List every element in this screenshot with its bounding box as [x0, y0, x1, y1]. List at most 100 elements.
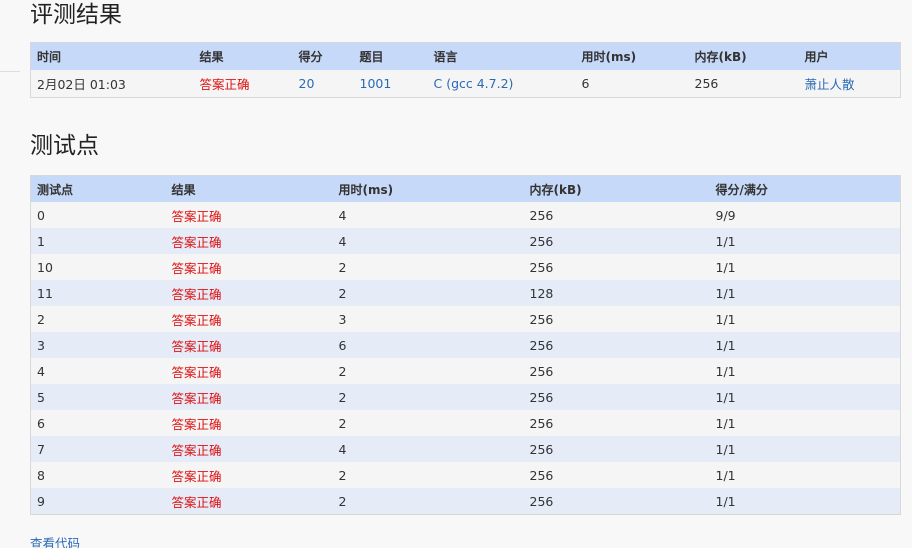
- header-case-id: 测试点: [30, 175, 166, 202]
- header-case-memory: 内存(kB): [523, 175, 710, 202]
- case-time: 4: [332, 436, 524, 462]
- submission-result-page: 评测结果 时间 结果 得分 题目 语言 用时(ms) 内存(kB) 用户 2月0…: [0, 0, 912, 548]
- case-result: 答案正确: [165, 332, 333, 358]
- case-time: 2: [332, 280, 524, 306]
- header-score: 得分: [292, 42, 354, 70]
- header-case-score: 得分/满分: [709, 175, 901, 202]
- submit-time: 2月02日 01:03: [30, 70, 194, 98]
- case-id: 7: [30, 436, 166, 462]
- case-memory: 256: [523, 306, 710, 332]
- header-language: 语言: [427, 42, 576, 70]
- table-row: 5 答案正确 2 256 1/1: [30, 384, 901, 410]
- header-time-ms: 用时(ms): [575, 42, 689, 70]
- case-memory: 256: [523, 462, 710, 488]
- view-code-link[interactable]: 查看代码: [30, 533, 80, 548]
- case-result: 答案正确: [165, 254, 333, 280]
- case-time: 6: [332, 332, 524, 358]
- result-status: 答案正确: [193, 70, 293, 98]
- problem-link[interactable]: 1001: [353, 70, 428, 98]
- header-result: 结果: [193, 42, 293, 70]
- case-memory: 256: [523, 254, 710, 280]
- case-memory: 256: [523, 410, 710, 436]
- case-id: 0: [30, 202, 166, 228]
- case-time: 2: [332, 358, 524, 384]
- case-score: 1/1: [709, 228, 901, 254]
- score-link[interactable]: 20: [292, 70, 354, 98]
- case-memory: 256: [523, 202, 710, 228]
- summary-header-row: 时间 结果 得分 题目 语言 用时(ms) 内存(kB) 用户: [30, 42, 901, 70]
- language-link[interactable]: C (gcc 4.7.2): [427, 70, 576, 98]
- case-result: 答案正确: [165, 462, 333, 488]
- case-time: 4: [332, 202, 524, 228]
- case-score: 1/1: [709, 410, 901, 436]
- table-row: 7 答案正确 4 256 1/1: [30, 436, 901, 462]
- case-id: 3: [30, 332, 166, 358]
- case-result: 答案正确: [165, 358, 333, 384]
- cases-heading: 测试点: [30, 133, 99, 159]
- case-memory: 256: [523, 332, 710, 358]
- summary-table: 时间 结果 得分 题目 语言 用时(ms) 内存(kB) 用户 2月02日 01…: [30, 42, 901, 98]
- table-row: 0 答案正确 4 256 9/9: [30, 202, 901, 228]
- case-id: 5: [30, 384, 166, 410]
- table-row: 10 答案正确 2 256 1/1: [30, 254, 901, 280]
- table-row: 2 答案正确 3 256 1/1: [30, 306, 901, 332]
- case-memory: 256: [523, 488, 710, 515]
- header-time: 时间: [30, 42, 194, 70]
- case-score: 1/1: [709, 280, 901, 306]
- case-id: 4: [30, 358, 166, 384]
- case-time: 2: [332, 384, 524, 410]
- case-score: 1/1: [709, 254, 901, 280]
- case-score: 1/1: [709, 358, 901, 384]
- case-result: 答案正确: [165, 410, 333, 436]
- case-time: 2: [332, 254, 524, 280]
- case-score: 1/1: [709, 332, 901, 358]
- case-id: 2: [30, 306, 166, 332]
- header-case-time: 用时(ms): [332, 175, 524, 202]
- table-row: 9 答案正确 2 256 1/1: [30, 488, 901, 515]
- case-memory: 256: [523, 358, 710, 384]
- table-row: 3 答案正确 6 256 1/1: [30, 332, 901, 358]
- case-result: 答案正确: [165, 228, 333, 254]
- case-time: 4: [332, 228, 524, 254]
- case-id: 9: [30, 488, 166, 515]
- header-problem: 题目: [353, 42, 428, 70]
- cases-header-row: 测试点 结果 用时(ms) 内存(kB) 得分/满分: [30, 175, 901, 202]
- case-result: 答案正确: [165, 436, 333, 462]
- case-score: 1/1: [709, 306, 901, 332]
- case-result: 答案正确: [165, 280, 333, 306]
- table-row: 1 答案正确 4 256 1/1: [30, 228, 901, 254]
- case-result: 答案正确: [165, 306, 333, 332]
- case-result: 答案正确: [165, 488, 333, 515]
- case-time: 3: [332, 306, 524, 332]
- table-row: 8 答案正确 2 256 1/1: [30, 462, 901, 488]
- table-row: 4 答案正确 2 256 1/1: [30, 358, 901, 384]
- case-id: 10: [30, 254, 166, 280]
- table-row: 6 答案正确 2 256 1/1: [30, 410, 901, 436]
- case-time: 2: [332, 410, 524, 436]
- divider: [0, 71, 20, 72]
- case-score: 1/1: [709, 384, 901, 410]
- header-user: 用户: [798, 42, 901, 70]
- case-result: 答案正确: [165, 202, 333, 228]
- header-memory: 内存(kB): [688, 42, 799, 70]
- case-score: 9/9: [709, 202, 901, 228]
- case-result: 答案正确: [165, 384, 333, 410]
- summary-row: 2月02日 01:03 答案正确 20 1001 C (gcc 4.7.2) 6…: [30, 70, 901, 98]
- case-id: 1: [30, 228, 166, 254]
- result-heading: 评测结果: [30, 2, 122, 28]
- case-time: 2: [332, 488, 524, 515]
- case-memory: 256: [523, 228, 710, 254]
- case-memory: 128: [523, 280, 710, 306]
- header-case-result: 结果: [165, 175, 333, 202]
- case-memory: 256: [523, 436, 710, 462]
- time-ms: 6: [575, 70, 689, 98]
- case-score: 1/1: [709, 462, 901, 488]
- case-score: 1/1: [709, 488, 901, 515]
- case-score: 1/1: [709, 436, 901, 462]
- case-id: 6: [30, 410, 166, 436]
- case-id: 11: [30, 280, 166, 306]
- test-cases-table: 测试点 结果 用时(ms) 内存(kB) 得分/满分 0 答案正确 4 256 9/9 1…: [30, 175, 901, 515]
- case-id: 8: [30, 462, 166, 488]
- user-link[interactable]: 萧止人散: [798, 70, 901, 98]
- case-time: 2: [332, 462, 524, 488]
